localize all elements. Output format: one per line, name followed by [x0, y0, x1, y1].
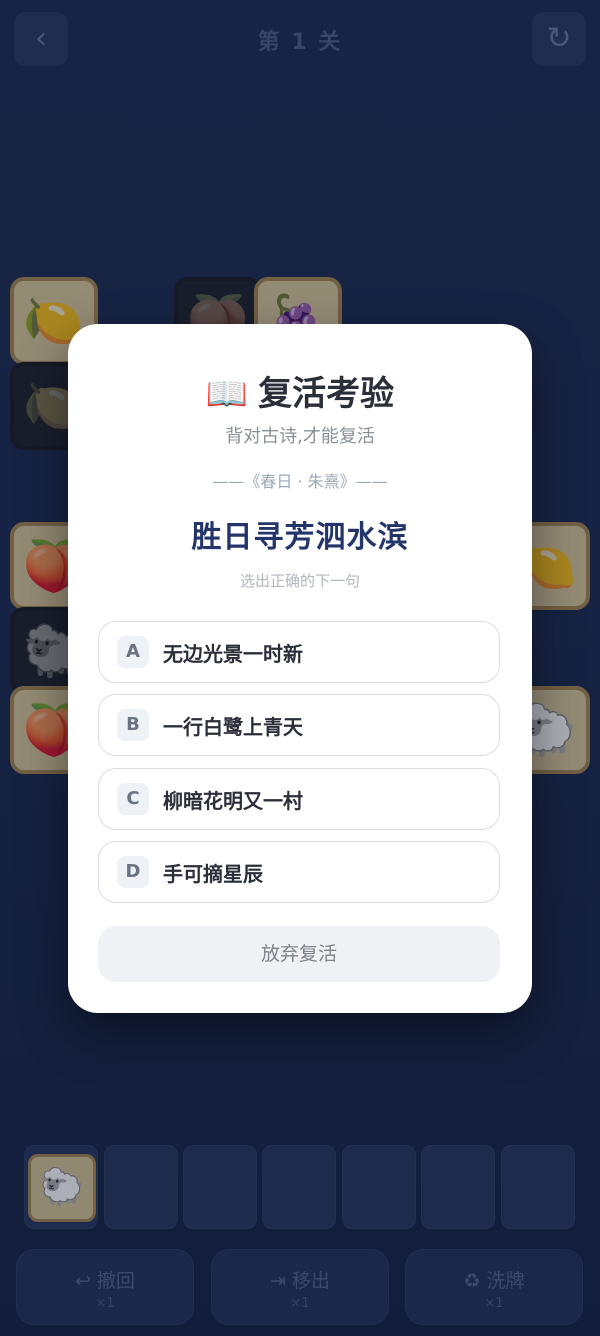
option-text: 无边光景一时新: [163, 642, 303, 666]
modal-title-text: 复活考验: [258, 374, 395, 414]
option-letter: A: [117, 636, 149, 668]
option-text: 手可摘星辰: [163, 862, 263, 886]
poem-verse: 胜日寻芳泗水滨: [191, 520, 409, 555]
option-letter: B: [117, 709, 149, 741]
modal-title: 📖 复活考验: [68, 366, 532, 415]
revive-quiz-modal: 📖 复活考验 背对古诗,才能复活 ——《春日 · 朱熹》—— 胜日寻芳泗水滨 选出…: [68, 324, 532, 1013]
option-d[interactable]: D 手可摘星辰: [98, 841, 500, 903]
give-up-button[interactable]: 放弃复活: [98, 926, 500, 982]
poem-source: ——《春日 · 朱熹》——: [212, 472, 388, 491]
book-icon: 📖: [205, 374, 249, 414]
option-c[interactable]: C 柳暗花明又一村: [98, 768, 500, 830]
option-a[interactable]: A 无边光景一时新: [98, 621, 500, 683]
question-hint: 选出正确的下一句: [239, 572, 360, 590]
option-b[interactable]: B 一行白鹭上青天: [98, 694, 500, 756]
option-letter: C: [117, 783, 149, 815]
option-text: 柳暗花明又一村: [163, 789, 303, 813]
modal-subtitle: 背对古诗,才能复活: [225, 426, 375, 447]
option-text: 一行白鹭上青天: [163, 715, 303, 739]
option-letter: D: [117, 856, 149, 888]
